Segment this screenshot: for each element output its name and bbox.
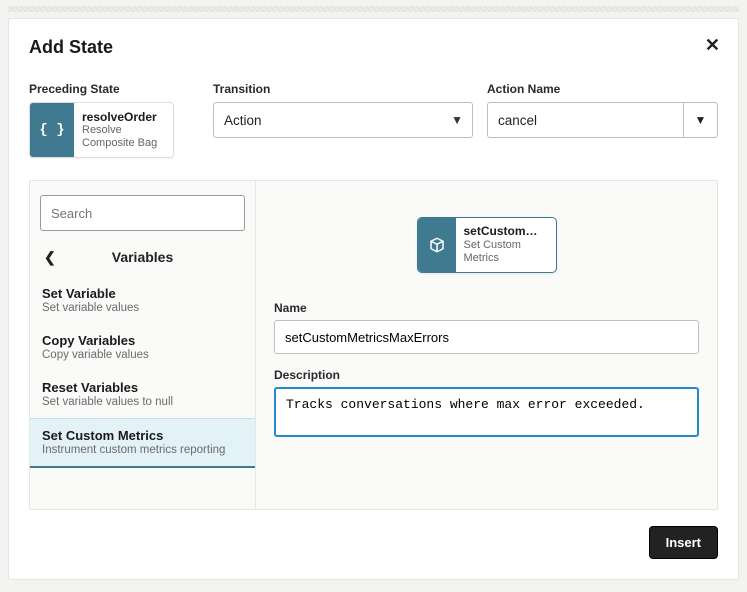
chevron-down-icon: ▼	[451, 113, 463, 127]
transition-select[interactable]: Action ▼	[213, 102, 473, 138]
sidebar-item-title: Copy Variables	[42, 333, 243, 348]
preview-sub1: Set Custom	[464, 239, 548, 252]
preview-title: setCustomMet…	[464, 225, 548, 239]
preceding-state-sub1: Resolve	[82, 124, 157, 137]
breadcrumb: ❮ Variables	[30, 241, 255, 277]
preview-sub2: Metrics	[464, 252, 548, 265]
sidebar-item-set-custom-metrics[interactable]: Set Custom Metrics Instrument custom met…	[30, 418, 255, 468]
preceding-state-sub2: Composite Bag	[82, 137, 157, 150]
action-name-select[interactable]: cancel	[487, 102, 684, 138]
sidebar-item-desc: Copy variable values	[42, 349, 243, 361]
name-input[interactable]	[274, 320, 699, 354]
action-name-dropdown-button[interactable]: ▼	[684, 102, 718, 138]
preceding-state-card[interactable]: { } resolveOrder Resolve Composite Bag	[29, 102, 174, 158]
sidebar-item-title: Set Variable	[42, 286, 243, 301]
action-name-value: cancel	[498, 113, 537, 128]
sidebar-item-desc: Instrument custom metrics reporting	[42, 444, 243, 456]
crumb-title: Variables	[112, 249, 174, 265]
label-transition: Transition	[213, 82, 473, 96]
label-name: Name	[274, 301, 699, 315]
add-state-dialog: Add State ✕ Preceding State { } resolveO…	[8, 18, 739, 580]
sidebar-item-title: Set Custom Metrics	[42, 428, 243, 443]
sidebar-item-copy-variables[interactable]: Copy Variables Copy variable values	[30, 324, 255, 371]
braces-icon: { }	[30, 103, 74, 157]
label-description: Description	[274, 368, 699, 382]
search-input[interactable]	[40, 195, 245, 231]
insert-button[interactable]: Insert	[649, 526, 718, 559]
sidebar-item-set-variable[interactable]: Set Variable Set variable values	[30, 277, 255, 324]
component-sidebar: ❮ Variables Set Variable Set variable va…	[30, 181, 256, 509]
sidebar-item-reset-variables[interactable]: Reset Variables Set variable values to n…	[30, 371, 255, 418]
sidebar-item-title: Reset Variables	[42, 380, 243, 395]
preceding-state-title: resolveOrder	[82, 110, 157, 124]
transition-value: Action	[224, 113, 262, 128]
preview-state-card[interactable]: setCustomMet… Set Custom Metrics	[417, 217, 557, 273]
sidebar-item-desc: Set variable values to null	[42, 396, 243, 408]
close-icon[interactable]: ✕	[705, 35, 720, 56]
chevron-down-icon: ▼	[695, 113, 707, 127]
sidebar-item-desc: Set variable values	[42, 302, 243, 314]
label-action-name: Action Name	[487, 82, 718, 96]
dialog-title: Add State	[29, 37, 718, 58]
back-icon[interactable]: ❮	[44, 249, 56, 266]
description-input[interactable]	[274, 387, 699, 437]
label-preceding-state: Preceding State	[29, 82, 199, 96]
cube-icon	[418, 218, 456, 272]
